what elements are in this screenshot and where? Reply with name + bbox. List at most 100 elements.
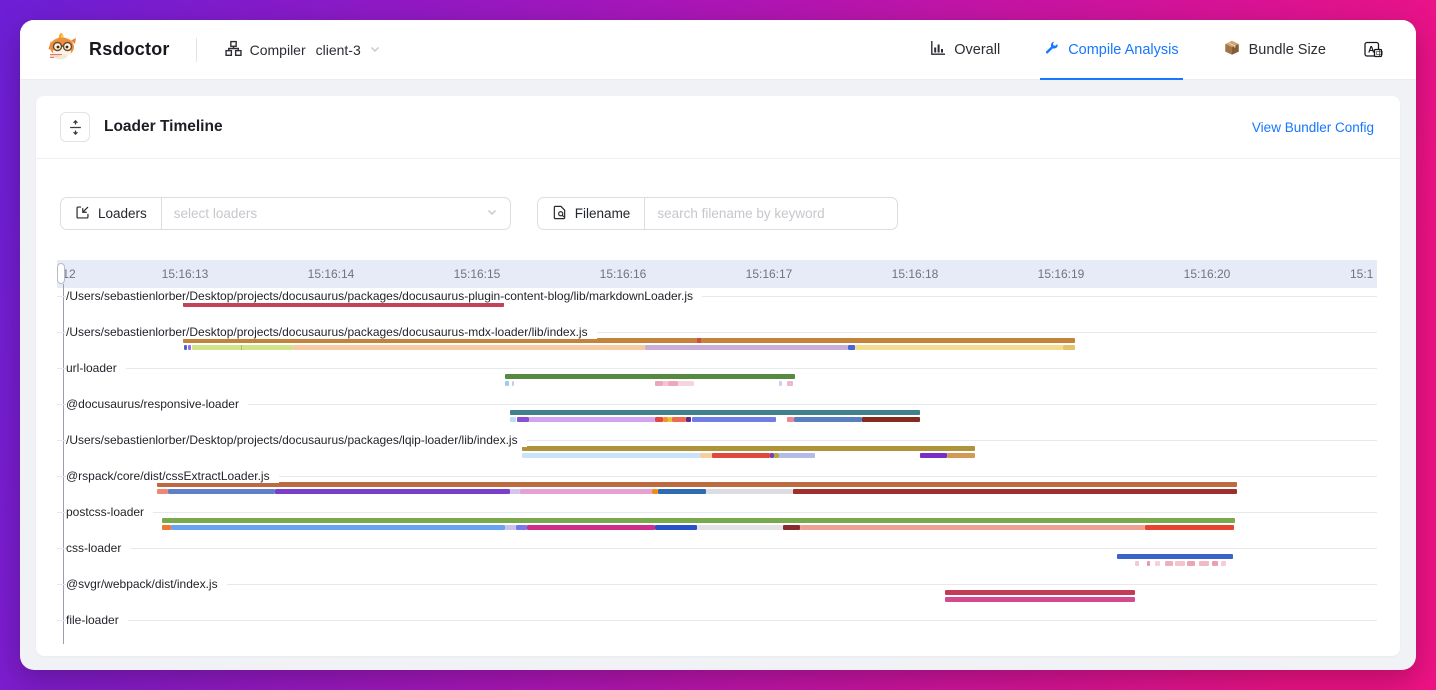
loaders-select[interactable]: select loaders [162, 198, 510, 229]
panel-title: Loader Timeline [104, 118, 223, 136]
loader-span-bar[interactable] [1165, 561, 1173, 566]
view-bundler-config-link[interactable]: View Bundler Config [1252, 120, 1374, 135]
loader-span-bar[interactable] [522, 446, 975, 451]
loader-timeline-chart: :1215:16:1315:16:1415:16:1515:16:1615:16… [57, 260, 1377, 648]
filename-input[interactable] [657, 206, 885, 221]
loaders-addon: Loaders [61, 198, 162, 229]
compiler-switcher[interactable]: Compiler client-3 [225, 40, 381, 60]
loader-span-bar[interactable] [945, 597, 1135, 602]
loader-span-bar[interactable] [787, 381, 793, 386]
loader-span-bar[interactable] [697, 525, 783, 530]
loader-span-bar[interactable] [192, 345, 293, 350]
loader-span-bar[interactable] [1221, 561, 1226, 566]
brush-handle[interactable] [57, 263, 65, 284]
loader-span-bar[interactable] [510, 410, 920, 415]
filename-filter-group: Filename [537, 197, 899, 230]
timeline-row: @svgr/webpack/dist/index.js [57, 576, 1377, 612]
vertical-align-icon[interactable] [60, 112, 90, 142]
loader-span-bar[interactable] [1063, 345, 1075, 350]
loader-span-bar[interactable] [793, 489, 1237, 494]
loader-span-bar[interactable] [794, 417, 862, 422]
loader-span-bar[interactable] [517, 417, 529, 422]
loader-span-bar[interactable] [1187, 561, 1195, 566]
nav-item-compile-analysis[interactable]: Compile Analysis [1044, 20, 1178, 80]
brand[interactable]: Rsdoctor [46, 32, 170, 67]
time-axis[interactable]: :1215:16:1315:16:1415:16:1515:16:1615:16… [57, 260, 1377, 288]
loader-span-bar[interactable] [527, 525, 655, 530]
loader-span-bar[interactable] [293, 345, 645, 350]
loader-span-bar[interactable] [862, 417, 920, 422]
loader-span-bar[interactable] [157, 489, 168, 494]
loader-span-bar[interactable] [697, 338, 701, 343]
nav-label: Compile Analysis [1068, 42, 1178, 58]
nav-label: Bundle Size [1249, 42, 1326, 58]
loader-span-bar[interactable] [678, 381, 694, 386]
loader-span-bar[interactable] [505, 525, 516, 530]
loader-span-bar[interactable] [275, 489, 510, 494]
loader-span-bar[interactable] [171, 525, 505, 530]
row-gridline [57, 368, 1377, 369]
loader-span-bar[interactable] [1117, 554, 1233, 559]
loader-span-bar[interactable] [1135, 561, 1139, 566]
loader-span-bar[interactable] [157, 482, 1237, 487]
loader-span-bar[interactable] [668, 381, 678, 386]
loader-span-bar[interactable] [520, 489, 652, 494]
loader-span-bar[interactable] [188, 345, 191, 350]
loader-span-bar[interactable] [700, 453, 712, 458]
loader-span-bar[interactable] [1155, 561, 1160, 566]
loader-span-bar[interactable] [655, 525, 697, 530]
loader-span-bar[interactable] [655, 381, 663, 386]
loader-span-bar[interactable] [241, 345, 242, 350]
loader-span-bar[interactable] [947, 453, 975, 458]
loader-span-bar[interactable] [1212, 561, 1218, 566]
loader-span-bar[interactable] [787, 417, 794, 422]
loader-span-bar[interactable] [1147, 561, 1150, 566]
loader-span-bar[interactable] [848, 345, 855, 350]
loader-span-bar[interactable] [655, 417, 663, 422]
loader-span-bar[interactable] [945, 590, 1135, 595]
loader-span-bar[interactable] [162, 525, 171, 530]
loader-span-bar[interactable] [706, 489, 793, 494]
loader-span-bar[interactable] [920, 453, 947, 458]
loader-span-bar[interactable] [512, 381, 514, 386]
file-search-icon [552, 205, 567, 223]
loader-span-bar[interactable] [529, 417, 655, 422]
loader-span-bar[interactable] [1199, 561, 1209, 566]
translate-icon[interactable]: A 中 [1360, 37, 1386, 63]
loader-span-bar[interactable] [522, 453, 700, 458]
loader-span-bar[interactable] [1145, 525, 1234, 530]
bar-chart-icon [930, 40, 946, 60]
loader-span-bar[interactable] [510, 417, 516, 422]
filename-field [645, 198, 897, 229]
loader-span-bar[interactable] [779, 453, 815, 458]
loader-span-bar[interactable] [184, 345, 187, 350]
loader-span-bar[interactable] [645, 345, 848, 350]
axis-tick: 15:16:14 [308, 267, 355, 281]
select-loaders-icon [75, 205, 90, 223]
loader-span-bar[interactable] [516, 525, 527, 530]
loader-span-bar[interactable] [800, 525, 1145, 530]
row-label: postcss-loader [66, 505, 153, 519]
nav-item-bundle-size[interactable]: Bundle Size [1223, 20, 1326, 80]
wrench-icon [1044, 40, 1060, 60]
loaders-filter-group: Loaders select loaders [60, 197, 511, 230]
timeline-row: @docusaurus/responsive-loader [57, 396, 1377, 432]
loader-span-bar[interactable] [162, 518, 1235, 523]
loader-span-bar[interactable] [712, 453, 770, 458]
loader-span-bar[interactable] [505, 374, 795, 379]
nav-item-overall[interactable]: Overall [930, 20, 1000, 80]
compiler-icon [225, 40, 242, 60]
timeline-row: css-loader [57, 540, 1377, 576]
loader-span-bar[interactable] [779, 381, 782, 386]
loader-span-bar[interactable] [505, 381, 509, 386]
loader-span-bar[interactable] [168, 489, 275, 494]
loader-span-bar[interactable] [692, 417, 776, 422]
loader-span-bar[interactable] [672, 417, 686, 422]
loader-span-bar[interactable] [510, 489, 520, 494]
timeline-row: url-loader [57, 360, 1377, 396]
loader-span-bar[interactable] [686, 417, 691, 422]
loader-span-bar[interactable] [658, 489, 706, 494]
loader-span-bar[interactable] [783, 525, 800, 530]
loader-span-bar[interactable] [1175, 561, 1185, 566]
loader-span-bar[interactable] [855, 345, 1063, 350]
